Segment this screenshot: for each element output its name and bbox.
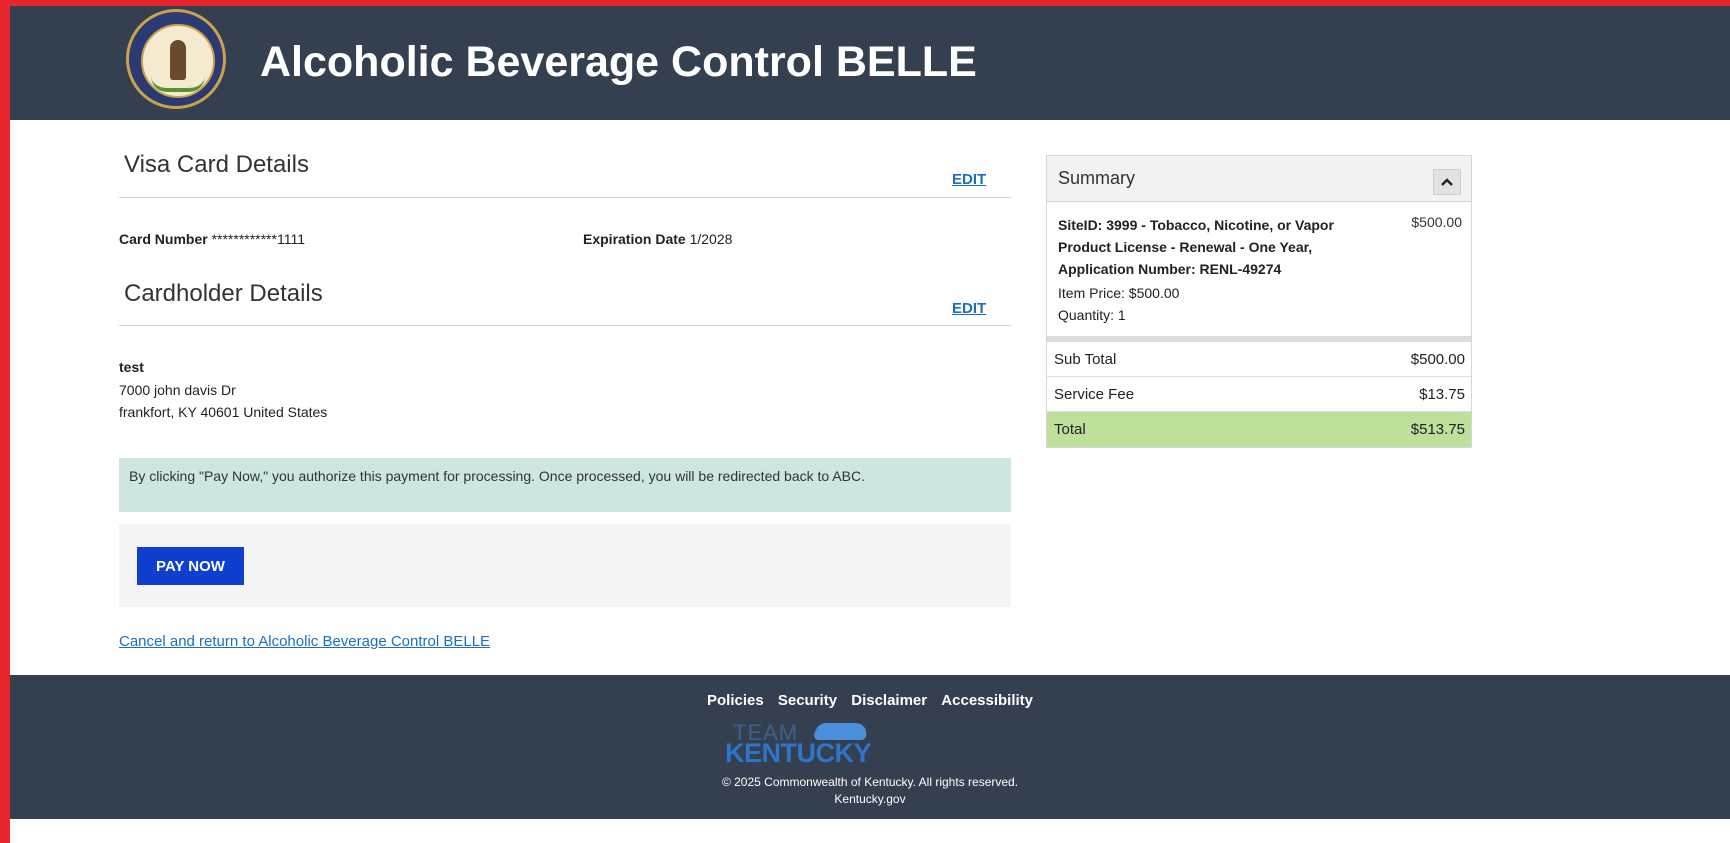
service-fee-label: Service Fee [1054,386,1135,403]
edit-cardholder-link[interactable]: EDIT [952,300,986,317]
address-line-1: 7000 john davis Dr [119,382,236,398]
subtotal-value: $500.00 [1410,351,1465,368]
footer-link-accessibility[interactable]: Accessibility [941,692,1033,709]
collapse-summary-button[interactable] [1433,169,1461,195]
authorization-notice: By clicking "Pay Now," you authorize thi… [119,458,1011,512]
edit-card-link[interactable]: EDIT [952,171,986,188]
address-line-2: frankfort, KY 40601 United States [119,404,328,420]
card-details-title: Visa Card Details [124,151,309,178]
logo-kentucky-text: KENTUCKY [725,738,872,768]
summary-header: Summary [1047,156,1471,202]
copyright: © 2025 Commonwealth of Kentucky. All rig… [10,774,1730,808]
divider [119,325,1011,326]
pay-now-button[interactable]: PAY NOW [137,547,244,585]
subtotal-label: Sub Total [1054,351,1117,368]
card-number-value: ************1111 [211,231,305,247]
service-fee-value: $13.75 [1419,386,1465,403]
card-number-label: Card Number [119,231,208,247]
footer-link-security[interactable]: Security [778,692,837,709]
summary-item-quantity: Quantity: 1 [1058,307,1126,323]
summary-item-description: SiteID: 3999 - Tobacco, Nicotine, or Vap… [1058,217,1334,277]
service-fee-row: Service Fee $13.75 [1047,377,1471,412]
app-title: Alcoholic Beverage Control BELLE [260,38,977,86]
cancel-return-link[interactable]: Cancel and return to Alcoholic Beverage … [119,633,490,650]
site-footer: Policies Security Disclaimer Accessibili… [10,675,1730,819]
subtotal-row: Sub Total $500.00 [1047,342,1471,377]
total-value: $513.75 [1410,421,1465,438]
site-header: Alcoholic Beverage Control BELLE [10,6,1730,120]
total-label: Total [1054,421,1086,438]
summary-title: Summary [1058,168,1136,188]
cardholder-details-title: Cardholder Details [124,280,323,307]
divider [119,197,1011,198]
expiration-value: 1/2028 [689,231,733,247]
copyright-text: © 2025 Commonwealth of Kentucky. All rig… [721,775,1019,789]
footer-links: Policies Security Disclaimer Accessibili… [10,692,1730,709]
card-number-row: Card Number ************1111 [119,231,305,247]
team-kentucky-logo: TEAM KENTUCKY [725,720,875,768]
cardholder-name: test [119,359,144,375]
kentucky-seal-icon [126,9,226,109]
pay-panel: PAY NOW [119,524,1011,607]
site-name: Kentucky.gov [834,792,906,806]
footer-link-policies[interactable]: Policies [707,692,764,709]
total-row: Total $513.75 [1047,412,1471,447]
footer-link-disclaimer[interactable]: Disclaimer [851,692,927,709]
chevron-up-icon [1441,178,1453,186]
expiration-row: Expiration Date 1/2028 [583,231,732,247]
expiration-label: Expiration Date [583,231,686,247]
summary-item-unit-price: Item Price: $500.00 [1058,285,1180,301]
summary-panel: Summary SiteID: 3999 - Tobacco, Nicotine… [1046,155,1472,448]
summary-item-price: $500.00 [1411,214,1462,230]
